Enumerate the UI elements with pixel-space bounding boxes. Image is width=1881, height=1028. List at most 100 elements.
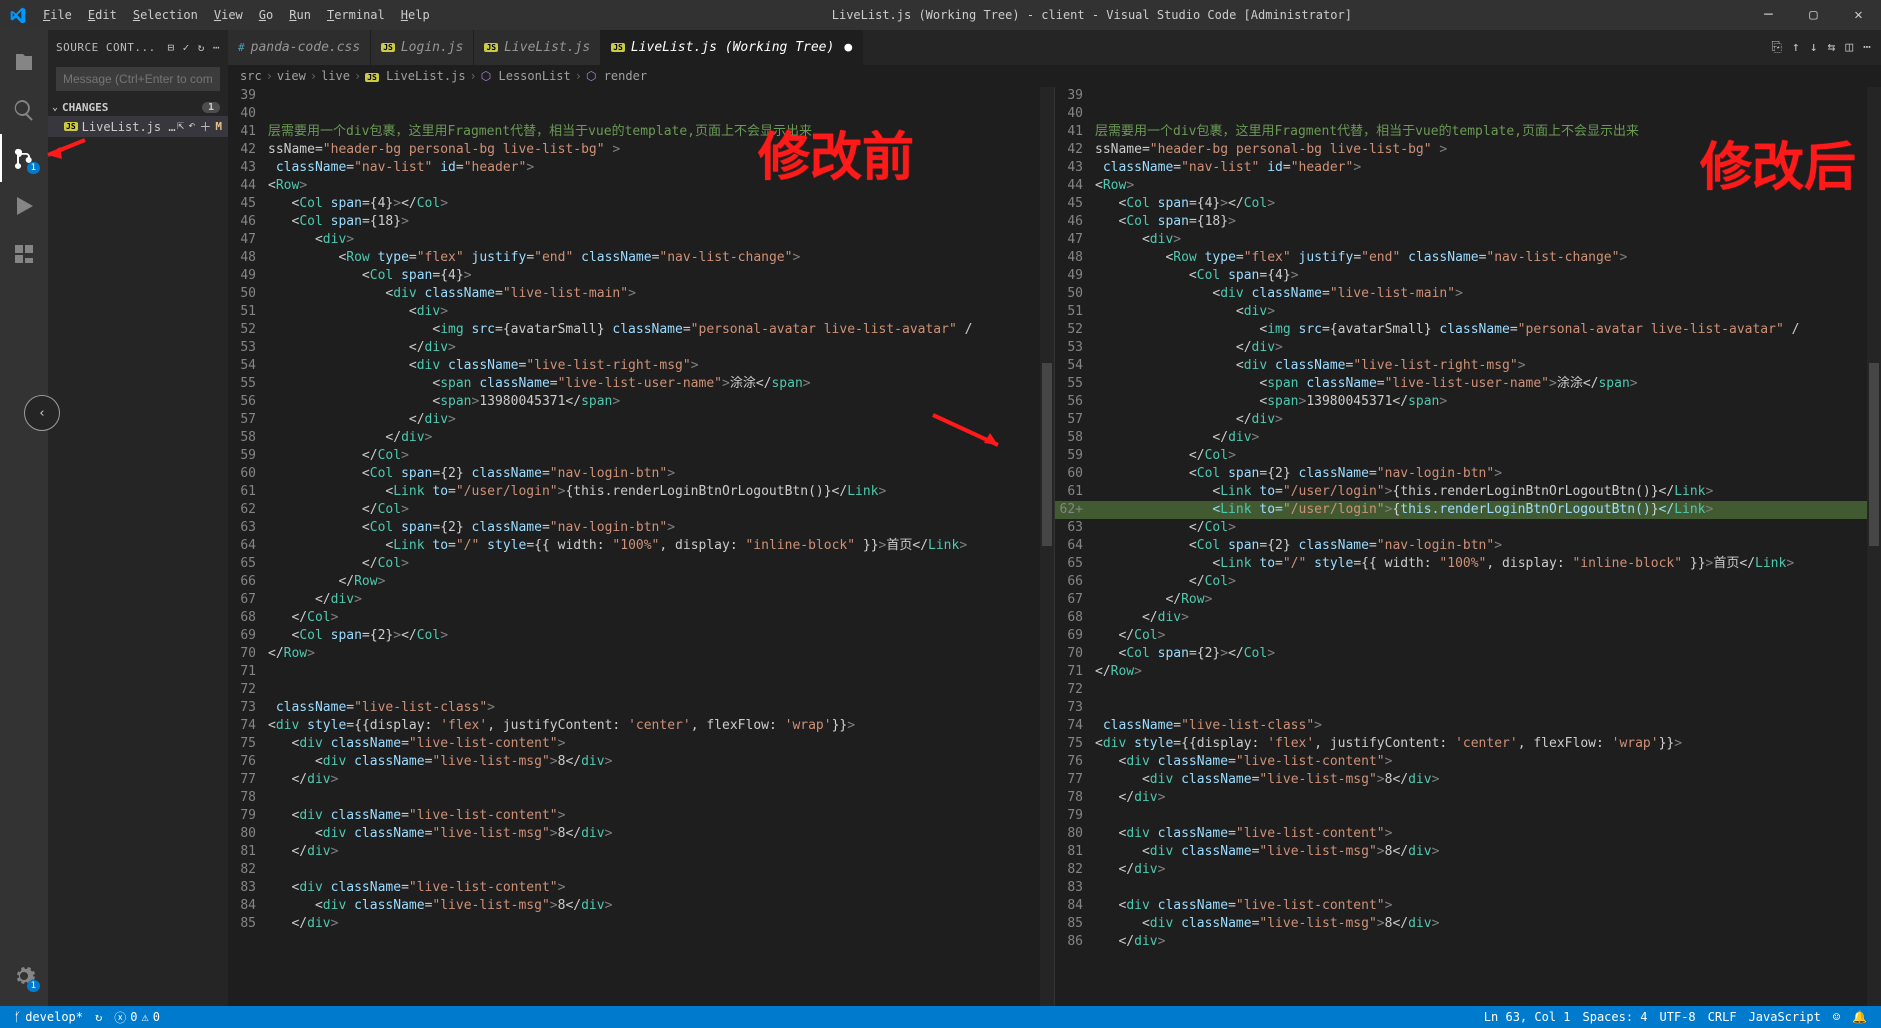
discard-icon[interactable]: ↶ <box>188 118 195 135</box>
code-line[interactable]: 45 <Col span={4}></Col> <box>228 195 1054 213</box>
code-line[interactable]: 50 <div className="live-list-main"> <box>228 285 1054 303</box>
code-line[interactable]: 67 </div> <box>228 591 1054 609</box>
prev-change-icon[interactable]: ↑ <box>1792 40 1800 55</box>
stage-plus-icon[interactable]: ＋ <box>199 118 211 135</box>
window-close-button[interactable]: ✕ <box>1836 0 1881 30</box>
breadcrumb-segment[interactable]: view <box>277 69 306 83</box>
open-file-icon[interactable]: ⇱ <box>177 118 184 135</box>
code-line[interactable]: 83 <box>1055 879 1881 897</box>
code-line[interactable]: 75 <div className="live-list-content"> <box>228 735 1054 753</box>
code-line[interactable]: 59 </Col> <box>1055 447 1881 465</box>
code-line[interactable]: 84 <div className="live-list-content"> <box>1055 897 1881 915</box>
code-line[interactable]: 70 <Col span={2}></Col> <box>1055 645 1881 663</box>
code-line[interactable]: 43 className="nav-list" id="header"> <box>1055 159 1881 177</box>
code-line[interactable]: 55 <span className="live-list-user-name"… <box>228 375 1054 393</box>
code-line[interactable]: 78 </div> <box>1055 789 1881 807</box>
back-step-button[interactable]: ‹ <box>24 395 60 431</box>
scrollbar-left[interactable] <box>1040 87 1054 1006</box>
search-icon[interactable] <box>0 86 48 134</box>
code-line[interactable]: 78 <box>228 789 1054 807</box>
refresh-icon[interactable]: ↻ <box>198 41 205 54</box>
split-editor-icon[interactable]: ◫ <box>1845 40 1853 55</box>
code-line[interactable]: 82 <box>228 861 1054 879</box>
code-line[interactable]: 40 <box>228 105 1054 123</box>
code-line[interactable]: 76 <div className="live-list-content"> <box>1055 753 1881 771</box>
commit-message-input[interactable] <box>56 67 220 91</box>
code-line[interactable]: 74 className="live-list-class"> <box>1055 717 1881 735</box>
code-line[interactable]: 77 </div> <box>228 771 1054 789</box>
eol-indicator[interactable]: CRLF <box>1702 1010 1743 1024</box>
breadcrumb-segment[interactable]: live <box>321 69 350 83</box>
code-line[interactable]: 58 </div> <box>228 429 1054 447</box>
feedback-icon[interactable]: ☺ <box>1827 1010 1846 1024</box>
code-line[interactable]: 48 <Row type="flex" justify="end" classN… <box>228 249 1054 267</box>
problems-indicator[interactable]: ⓧ 0 ⚠ 0 <box>108 1009 166 1026</box>
code-line[interactable]: 54 <div className="live-list-right-msg"> <box>1055 357 1881 375</box>
extensions-icon[interactable] <box>0 230 48 278</box>
tab-login-js[interactable]: JSLogin.js <box>371 30 474 65</box>
tab-livelist-js-working-tree-[interactable]: JSLiveList.js (Working Tree)● <box>601 30 863 65</box>
code-line[interactable]: 68 </div> <box>1055 609 1881 627</box>
tab-livelist-js[interactable]: JSLiveList.js <box>474 30 601 65</box>
code-line[interactable]: 57 </div> <box>1055 411 1881 429</box>
code-line[interactable]: 85 <div className="live-list-msg">8</div… <box>1055 915 1881 933</box>
view-tree-icon[interactable]: ⊟ <box>168 41 175 54</box>
code-line[interactable]: 72 <box>228 681 1054 699</box>
code-line[interactable]: 77 <div className="live-list-msg">8</div… <box>1055 771 1881 789</box>
code-line[interactable]: 71 <box>228 663 1054 681</box>
code-line[interactable]: 82 </div> <box>1055 861 1881 879</box>
code-line[interactable]: 45 <Col span={4}></Col> <box>1055 195 1881 213</box>
code-line[interactable]: 52 <img src={avatarSmall} className="per… <box>228 321 1054 339</box>
code-line[interactable]: 41层需要用一个div包裹，这里用Fragment代替，相当于vue的templ… <box>228 123 1054 141</box>
code-line[interactable]: 62 </Col> <box>228 501 1054 519</box>
code-line[interactable]: 80 <div className="live-list-content"> <box>1055 825 1881 843</box>
code-line[interactable]: 69 <Col span={2}></Col> <box>228 627 1054 645</box>
code-line[interactable]: 42ssName="header-bg personal-bg live-lis… <box>1055 141 1881 159</box>
cursor-position[interactable]: Ln 63, Col 1 <box>1478 1010 1577 1024</box>
code-line[interactable]: 86 </div> <box>1055 933 1881 951</box>
code-line[interactable]: 39 <box>1055 87 1881 105</box>
code-line[interactable]: 51 <div> <box>228 303 1054 321</box>
changed-file-item[interactable]: JS LiveList.js src\vi... ⇱ ↶ ＋ M <box>48 116 228 137</box>
code-line[interactable]: 46 <Col span={18}> <box>228 213 1054 231</box>
explorer-icon[interactable] <box>0 38 48 86</box>
notifications-icon[interactable]: 🔔 <box>1846 1010 1873 1024</box>
code-line[interactable]: 81 </div> <box>228 843 1054 861</box>
menu-file[interactable]: File <box>35 0 80 30</box>
scrollbar-right[interactable] <box>1867 87 1881 1006</box>
menu-help[interactable]: Help <box>393 0 438 30</box>
tab-panda-code-css[interactable]: #panda-code.css <box>228 30 371 65</box>
debug-icon[interactable] <box>0 182 48 230</box>
code-line[interactable]: 70</Row> <box>228 645 1054 663</box>
code-line[interactable]: 44<Row> <box>1055 177 1881 195</box>
code-line[interactable]: 39 <box>228 87 1054 105</box>
menu-edit[interactable]: Edit <box>80 0 125 30</box>
code-line[interactable]: 73 className="live-list-class"> <box>228 699 1054 717</box>
code-line[interactable]: 40 <box>1055 105 1881 123</box>
code-line[interactable]: 58 </div> <box>1055 429 1881 447</box>
code-line[interactable]: 66 </Col> <box>1055 573 1881 591</box>
code-line[interactable]: 63 <Col span={2} className="nav-login-bt… <box>228 519 1054 537</box>
breadcrumb-segment[interactable]: JS LiveList.js <box>365 69 465 83</box>
code-line[interactable]: 59 </Col> <box>228 447 1054 465</box>
code-line[interactable]: 54 <div className="live-list-right-msg"> <box>228 357 1054 375</box>
code-line[interactable]: 85 </div> <box>228 915 1054 933</box>
code-line[interactable]: 67 </Row> <box>1055 591 1881 609</box>
menu-view[interactable]: View <box>206 0 251 30</box>
code-line[interactable]: 65 </Col> <box>228 555 1054 573</box>
code-line[interactable]: 49 <Col span={4}> <box>228 267 1054 285</box>
code-line[interactable]: 83 <div className="live-list-content"> <box>228 879 1054 897</box>
code-line[interactable]: 52 <img src={avatarSmall} className="per… <box>1055 321 1881 339</box>
code-line[interactable]: 72 <box>1055 681 1881 699</box>
tab-more-icon[interactable]: ⋯ <box>1863 40 1871 55</box>
go-to-file-icon[interactable]: ⎘ <box>1771 40 1781 55</box>
menu-terminal[interactable]: Terminal <box>319 0 393 30</box>
code-line[interactable]: 68 </Col> <box>228 609 1054 627</box>
code-line[interactable]: 49 <Col span={4}> <box>1055 267 1881 285</box>
code-line[interactable]: 44<Row> <box>228 177 1054 195</box>
code-line[interactable]: 79 <div className="live-list-content"> <box>228 807 1054 825</box>
code-line[interactable]: 71</Row> <box>1055 663 1881 681</box>
window-maximize-button[interactable]: ▢ <box>1791 0 1836 30</box>
sync-button[interactable]: ↻ <box>89 1010 108 1024</box>
code-line[interactable]: 80 <div className="live-list-msg">8</div… <box>228 825 1054 843</box>
